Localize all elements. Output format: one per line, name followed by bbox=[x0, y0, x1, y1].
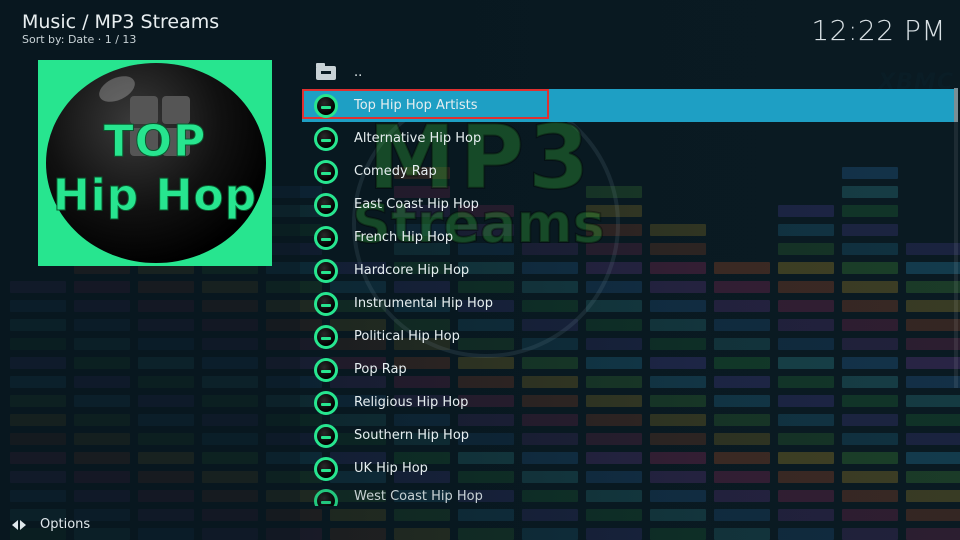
list-item[interactable]: UK Hip Hop bbox=[302, 452, 954, 485]
hip-hop-thumb-icon bbox=[314, 423, 338, 448]
list-item[interactable]: West Coast Hip Hop bbox=[302, 485, 954, 506]
list-item-label: Instrumental Hip Hop bbox=[354, 296, 493, 311]
list-item[interactable]: Comedy Rap bbox=[302, 155, 954, 188]
scrollbar-thumb[interactable] bbox=[954, 88, 958, 122]
list-item[interactable]: Hardcore Hip Hop bbox=[302, 254, 954, 287]
list-item-label: East Coast Hip Hop bbox=[354, 197, 479, 212]
page-title: Music / MP3 Streams bbox=[22, 11, 220, 33]
hip-hop-thumb-icon bbox=[314, 357, 338, 382]
hip-hop-thumb-icon bbox=[314, 93, 338, 118]
header: Music / MP3 Streams Sort by: Date · 1 / … bbox=[22, 12, 219, 46]
list-item-label: Southern Hip Hop bbox=[354, 428, 470, 443]
list-item[interactable]: Political Hip Hop bbox=[302, 320, 954, 353]
hip-hop-thumb-icon bbox=[314, 225, 338, 250]
folder-up-icon bbox=[316, 62, 336, 80]
list-item[interactable]: Pop Rap bbox=[302, 353, 954, 386]
list-item-label: UK Hip Hop bbox=[354, 461, 428, 476]
list-item-label: Hardcore Hip Hop bbox=[354, 263, 470, 278]
list-item-label: Comedy Rap bbox=[354, 164, 437, 179]
hip-hop-thumb-icon bbox=[314, 291, 338, 316]
list-item[interactable]: Alternative Hip Hop bbox=[302, 122, 954, 155]
hip-hop-thumb-icon bbox=[314, 192, 338, 217]
fanart-thumbnail: TOP Hip Hop bbox=[38, 60, 272, 266]
list-item-label: Political Hip Hop bbox=[354, 329, 460, 344]
file-list: .. Top Hip Hop Artists Alternative Hip Ho… bbox=[302, 56, 954, 506]
hip-hop-thumb-icon bbox=[314, 489, 338, 506]
hip-hop-thumb-icon bbox=[314, 456, 338, 481]
list-item[interactable]: Southern Hip Hop bbox=[302, 419, 954, 452]
list-item-label: .. bbox=[354, 65, 363, 80]
hip-hop-thumb-icon bbox=[314, 126, 338, 151]
list-item[interactable]: French Hip Hop bbox=[302, 221, 954, 254]
hip-hop-thumb-icon bbox=[314, 258, 338, 283]
list-item[interactable]: Instrumental Hip Hop bbox=[302, 287, 954, 320]
options-label: Options bbox=[40, 517, 91, 532]
thumbnail-line1: TOP bbox=[103, 116, 207, 168]
options-button[interactable]: Options bbox=[12, 517, 90, 532]
hip-hop-thumb-icon bbox=[314, 390, 338, 415]
list-item-parent[interactable]: .. bbox=[302, 56, 954, 89]
list-item[interactable]: East Coast Hip Hop bbox=[302, 188, 954, 221]
options-arrows-icon bbox=[12, 518, 28, 532]
list-item-label: West Coast Hip Hop bbox=[354, 489, 483, 504]
list-item-label: French Hip Hop bbox=[354, 230, 454, 245]
thumbnail-line2: Hip Hop bbox=[52, 170, 258, 222]
list-item-label: Religious Hip Hop bbox=[354, 395, 469, 410]
hip-hop-thumb-icon bbox=[314, 324, 338, 349]
clock: 12:22 PM bbox=[811, 14, 946, 47]
list-item-label: Pop Rap bbox=[354, 362, 407, 377]
scrollbar-track[interactable] bbox=[954, 88, 958, 388]
hip-hop-thumb-icon bbox=[314, 159, 338, 184]
list-item[interactable]: Religious Hip Hop bbox=[302, 386, 954, 419]
focus-highlight bbox=[302, 89, 549, 119]
list-item-label: Alternative Hip Hop bbox=[354, 131, 482, 146]
list-item[interactable]: Top Hip Hop Artists bbox=[302, 89, 954, 122]
sort-info: Sort by: Date · 1 / 13 bbox=[22, 33, 137, 46]
